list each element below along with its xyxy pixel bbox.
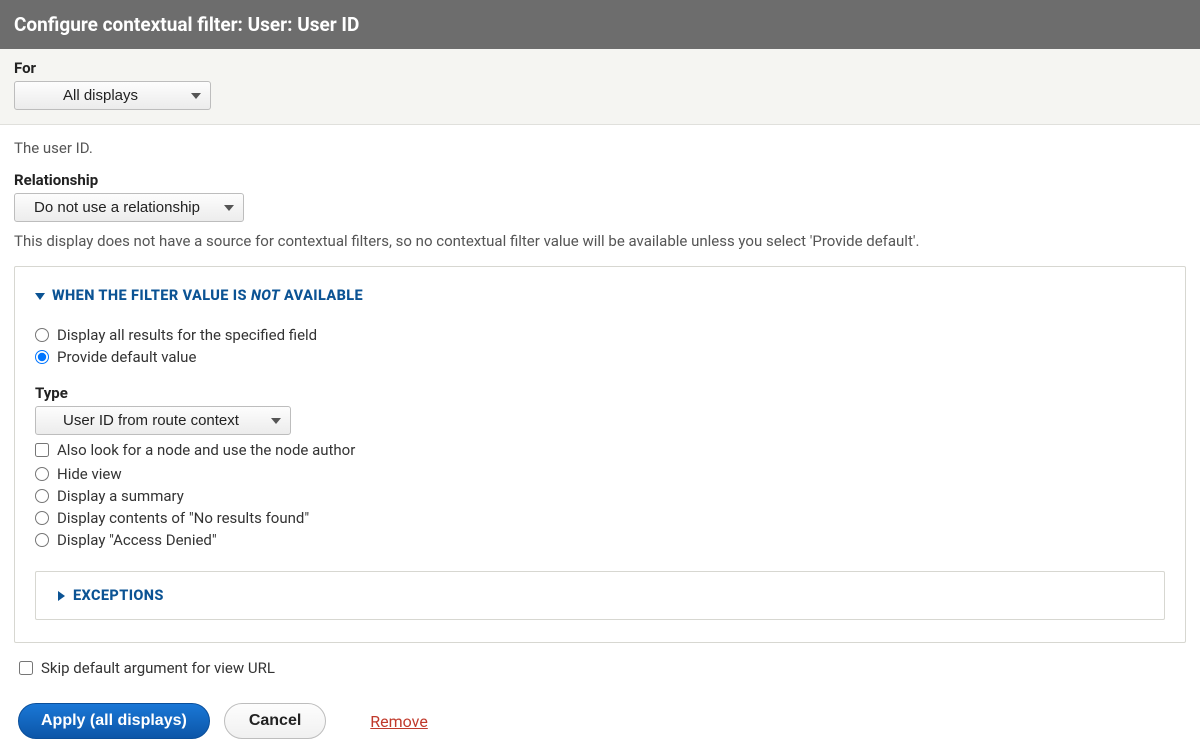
- not-available-toggle[interactable]: WHEN THE FILTER VALUE IS NOT AVAILABLE: [35, 287, 1165, 304]
- relationship-select-value: Do not use a relationship: [34, 199, 200, 216]
- for-label: For: [14, 59, 1186, 77]
- exceptions-toggle[interactable]: EXCEPTIONS: [56, 587, 1144, 604]
- type-select-wrap: User ID from route context: [35, 406, 291, 435]
- checkbox-label: Skip default argument for view URL: [41, 659, 275, 677]
- for-select-wrap: All displays: [14, 81, 211, 110]
- radio-label: Provide default value: [57, 348, 196, 366]
- relationship-select-wrap: Do not use a relationship: [14, 193, 244, 222]
- radio-provide-default-input[interactable]: [35, 350, 49, 364]
- radio-display-all[interactable]: Display all results for the specified fi…: [35, 326, 1165, 344]
- not-available-options: Display all results for the specified fi…: [35, 326, 1165, 620]
- radio-label: Display all results for the specified fi…: [57, 326, 317, 344]
- radio-access-denied-input[interactable]: [35, 533, 49, 547]
- radio-label: Display a summary: [57, 487, 184, 505]
- relationship-section: Relationship Do not use a relationship: [14, 171, 1186, 222]
- radio-provide-default[interactable]: Provide default value: [35, 348, 1165, 366]
- dialog-title-bar: Configure contextual filter: User: User …: [0, 0, 1200, 49]
- not-available-fieldset: WHEN THE FILTER VALUE IS NOT AVAILABLE D…: [14, 266, 1186, 643]
- radio-access-denied[interactable]: Display "Access Denied": [35, 531, 1165, 549]
- type-select-value: User ID from route context: [63, 412, 239, 429]
- field-description: The user ID.: [14, 139, 1186, 157]
- radio-display-summary[interactable]: Display a summary: [35, 487, 1165, 505]
- exceptions-title: EXCEPTIONS: [73, 587, 164, 604]
- for-section: For All displays: [0, 49, 1200, 125]
- dialog-actions: Apply (all displays) Cancel Remove: [0, 691, 1200, 751]
- radio-display-summary-input[interactable]: [35, 489, 49, 503]
- checkbox-skip-default-input[interactable]: [19, 661, 33, 675]
- type-block: Type User ID from route context: [35, 384, 1165, 435]
- exceptions-fieldset: EXCEPTIONS: [35, 571, 1165, 620]
- checkbox-skip-default[interactable]: Skip default argument for view URL: [14, 659, 1186, 677]
- dialog-content: The user ID. Relationship Do not use a r…: [0, 125, 1200, 691]
- source-hint: This display does not have a source for …: [14, 232, 1186, 250]
- dialog-title: Configure contextual filter: User: User …: [14, 13, 359, 36]
- for-select-value: All displays: [63, 87, 138, 104]
- radio-label: Display "Access Denied": [57, 531, 217, 549]
- radio-label: Hide view: [57, 465, 122, 483]
- triangle-down-icon: [35, 291, 45, 301]
- radio-no-results-input[interactable]: [35, 511, 49, 525]
- checkbox-also-node[interactable]: Also look for a node and use the node au…: [35, 441, 1165, 459]
- remove-link[interactable]: Remove: [370, 712, 428, 731]
- type-select[interactable]: User ID from route context: [35, 406, 291, 435]
- provide-default-nested: Type User ID from route context Also loo…: [35, 384, 1165, 459]
- type-label: Type: [35, 384, 1165, 402]
- checkbox-also-node-input[interactable]: [35, 443, 49, 457]
- radio-no-results[interactable]: Display contents of "No results found": [35, 509, 1165, 527]
- cancel-button[interactable]: Cancel: [224, 703, 326, 739]
- apply-button[interactable]: Apply (all displays): [18, 703, 210, 739]
- relationship-select[interactable]: Do not use a relationship: [14, 193, 244, 222]
- checkbox-label: Also look for a node and use the node au…: [57, 441, 355, 459]
- radio-label: Display contents of "No results found": [57, 509, 309, 527]
- triangle-right-icon: [56, 591, 66, 601]
- radio-hide-view-input[interactable]: [35, 467, 49, 481]
- for-select[interactable]: All displays: [14, 81, 211, 110]
- radio-display-all-input[interactable]: [35, 328, 49, 342]
- not-available-title: WHEN THE FILTER VALUE IS NOT AVAILABLE: [52, 287, 363, 304]
- relationship-label: Relationship: [14, 171, 1186, 189]
- radio-hide-view[interactable]: Hide view: [35, 465, 1165, 483]
